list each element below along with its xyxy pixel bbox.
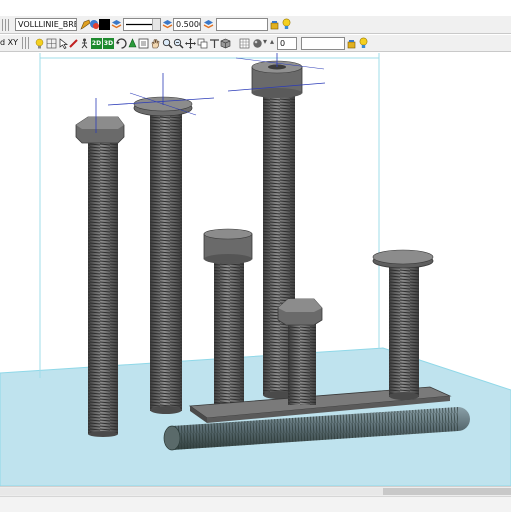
- render-sphere-icon[interactable]: [252, 38, 263, 49]
- scene-canvas[interactable]: [0, 53, 511, 486]
- pen-icon[interactable]: [68, 38, 79, 49]
- hand-pan-icon[interactable]: [150, 38, 161, 49]
- texture-icon[interactable]: [239, 38, 250, 49]
- lightbulb-icon[interactable]: [281, 18, 292, 29]
- lightbulb-icon[interactable]: [34, 38, 45, 49]
- 3d-viewport[interactable]: [0, 53, 511, 486]
- view-toolbar: d XY 2D 3D ▾ ▴ 0: [0, 35, 511, 52]
- step-value: 0: [280, 39, 286, 48]
- color-swatch-icon[interactable]: [99, 19, 110, 30]
- snap-grid-icon[interactable]: [46, 38, 57, 49]
- step-field[interactable]: 0: [277, 37, 297, 50]
- zoom-icon[interactable]: [162, 38, 173, 49]
- zoom-window-icon[interactable]: [138, 38, 149, 49]
- hatch-layer-icon[interactable]: [203, 19, 214, 30]
- scrollbar-thumb[interactable]: [383, 488, 511, 495]
- format-toolbar: VOLLLINIE_BREIT 0.500000: [0, 16, 511, 34]
- text-style-field[interactable]: [216, 18, 268, 31]
- view-plane-label[interactable]: d XY: [0, 37, 18, 49]
- zoom-fit-icon[interactable]: [185, 38, 196, 49]
- line-type-select[interactable]: VOLLLINIE_BREIT: [15, 18, 77, 31]
- line-width-layer-icon[interactable]: [162, 19, 173, 30]
- window-copy-icon[interactable]: [197, 38, 208, 49]
- render-options-arrow[interactable]: ▾: [263, 36, 267, 48]
- line-width-field[interactable]: 0.500000: [173, 18, 201, 31]
- status-bar: [0, 496, 511, 512]
- rotate-view-icon[interactable]: [116, 38, 127, 49]
- orbit-icon[interactable]: [127, 38, 138, 49]
- layer-stack-icon[interactable]: [111, 19, 122, 30]
- section-plane-icon[interactable]: [209, 38, 220, 49]
- line-style-dropdown[interactable]: [152, 19, 160, 30]
- paint-bucket-icon[interactable]: [347, 38, 358, 49]
- line-style-select[interactable]: [123, 18, 161, 31]
- paint-bucket-icon[interactable]: [270, 19, 281, 30]
- walk-icon[interactable]: [79, 38, 90, 49]
- mode-2d-button[interactable]: 2D: [91, 38, 102, 49]
- toolbar-grip[interactable]: [22, 37, 31, 49]
- mode-3d-button[interactable]: 3D: [103, 38, 114, 49]
- view-name-field[interactable]: [301, 37, 345, 50]
- toolbar-grip[interactable]: [2, 19, 11, 31]
- step-spinner[interactable]: ▴: [270, 36, 274, 48]
- line-type-value: VOLLLINIE_BREIT: [18, 20, 76, 29]
- line-width-value: 0.500000: [176, 20, 200, 29]
- shaded-cube-icon[interactable]: [220, 38, 231, 49]
- zoom-out-icon[interactable]: [173, 38, 184, 49]
- lightbulb-icon[interactable]: [358, 37, 369, 48]
